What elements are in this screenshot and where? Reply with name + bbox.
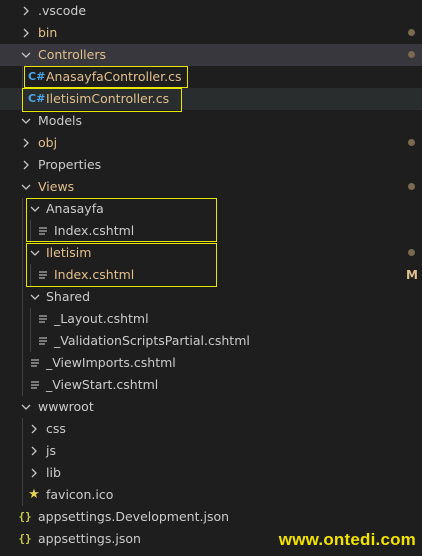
tree-item-label: css: [46, 421, 66, 436]
tree-folder-views[interactable]: Views: [0, 176, 422, 198]
tree-file-appsettings-development[interactable]: {} appsettings.Development.json: [0, 506, 422, 528]
tree-item-label: .vscode: [38, 3, 87, 18]
tree-folder-models[interactable]: Models: [0, 110, 422, 132]
tree-item-label: Controllers: [38, 47, 106, 62]
tree-folder-obj[interactable]: obj: [0, 132, 422, 154]
json-file-icon: {}: [18, 510, 32, 523]
chevron-right-icon: [20, 154, 32, 176]
tree-folder-properties[interactable]: Properties: [0, 154, 422, 176]
tree-item-label: appsettings.json: [38, 531, 141, 546]
tree-file-layout[interactable]: _Layout.cshtml: [0, 308, 422, 330]
tree-item-label: js: [46, 443, 56, 458]
git-dot-icon: [408, 132, 416, 154]
tree-item-label: IletisimController.cs: [46, 91, 170, 106]
chevron-down-icon: [20, 44, 32, 66]
tree-item-label: Index.cshtml: [54, 267, 135, 282]
tree-folder-controllers[interactable]: Controllers: [0, 44, 422, 66]
tree-file-favicon[interactable]: ★ favicon.ico: [0, 484, 422, 506]
tree-item-label: _Layout.cshtml: [54, 311, 149, 326]
tree-item-label: Models: [38, 113, 83, 128]
chevron-right-icon: [20, 22, 32, 44]
tree-item-label: Index.cshtml: [54, 223, 135, 238]
tree-item-label: obj: [38, 135, 58, 150]
tree-file-iletisim-index[interactable]: Index.cshtml M: [0, 264, 422, 286]
razor-file-icon: [28, 352, 42, 374]
file-explorer: .vscode bin Controllers C# AnasayfaContr…: [0, 0, 422, 556]
star-icon: ★: [28, 487, 40, 502]
chevron-right-icon: [20, 0, 32, 22]
chevron-down-icon: [20, 176, 32, 198]
csharp-file-icon: C#: [28, 70, 46, 83]
tree-file-anasayfa-index[interactable]: Index.cshtml: [0, 220, 422, 242]
git-dot-icon: [408, 44, 416, 66]
git-status-badge: M: [406, 268, 418, 282]
chevron-right-icon: [28, 462, 40, 484]
tree-item-label: favicon.ico: [46, 487, 114, 502]
tree-item-label: Shared: [46, 289, 91, 304]
tree-item-label: bin: [38, 25, 58, 40]
tree-item-label: _ViewStart.cshtml: [46, 377, 159, 392]
tree-folder-iletisim[interactable]: Iletisim: [0, 242, 422, 264]
tree-item-label: AnasayfaController.cs: [46, 69, 182, 84]
tree-folder-lib[interactable]: lib: [0, 462, 422, 484]
tree-folder-anasayfa[interactable]: Anasayfa: [0, 198, 422, 220]
tree-item-label: _ValidationScriptsPartial.cshtml: [54, 333, 250, 348]
csharp-file-icon: C#: [28, 92, 46, 105]
razor-file-icon: [36, 308, 50, 330]
tree-folder-bin[interactable]: bin: [0, 22, 422, 44]
tree-item-label: _ViewImports.cshtml: [46, 355, 176, 370]
tree-item-label: lib: [46, 465, 61, 480]
chevron-right-icon: [28, 418, 40, 440]
git-dot-icon: [408, 176, 416, 198]
tree-file-view-imports[interactable]: _ViewImports.cshtml: [0, 352, 422, 374]
tree-item-label: Properties: [38, 157, 102, 172]
razor-file-icon: [36, 264, 50, 286]
chevron-down-icon: [20, 396, 32, 418]
tree-item-label: Views: [38, 179, 75, 194]
tree-file-validation-scripts[interactable]: _ValidationScriptsPartial.cshtml: [0, 330, 422, 352]
json-file-icon: {}: [18, 532, 32, 545]
tree-item-label: Iletisim: [46, 245, 92, 260]
git-dot-icon: [408, 242, 416, 264]
chevron-right-icon: [28, 440, 40, 462]
chevron-down-icon: [29, 198, 41, 220]
chevron-down-icon: [29, 242, 41, 264]
tree-item-label: wwwroot: [38, 399, 94, 414]
chevron-down-icon: [29, 286, 41, 308]
razor-file-icon: [28, 374, 42, 396]
watermark: www.ontedi.com: [278, 530, 416, 549]
tree-file-anasayfa-controller[interactable]: C# AnasayfaController.cs: [0, 66, 422, 88]
git-dot-icon: [408, 22, 416, 44]
tree-folder-js[interactable]: js: [0, 440, 422, 462]
razor-file-icon: [36, 330, 50, 352]
tree-file-view-start[interactable]: _ViewStart.cshtml: [0, 374, 422, 396]
tree-folder-wwwroot[interactable]: wwwroot: [0, 396, 422, 418]
chevron-down-icon: [20, 110, 32, 132]
tree-folder-css[interactable]: css: [0, 418, 422, 440]
razor-file-icon: [36, 220, 50, 242]
tree-item-label: appsettings.Development.json: [38, 509, 230, 524]
chevron-right-icon: [20, 132, 32, 154]
tree-file-iletisim-controller[interactable]: C# IletisimController.cs: [0, 88, 422, 110]
tree-item-label: Anasayfa: [46, 201, 104, 216]
tree-folder-vscode[interactable]: .vscode: [0, 0, 422, 22]
tree-folder-shared[interactable]: Shared: [0, 286, 422, 308]
